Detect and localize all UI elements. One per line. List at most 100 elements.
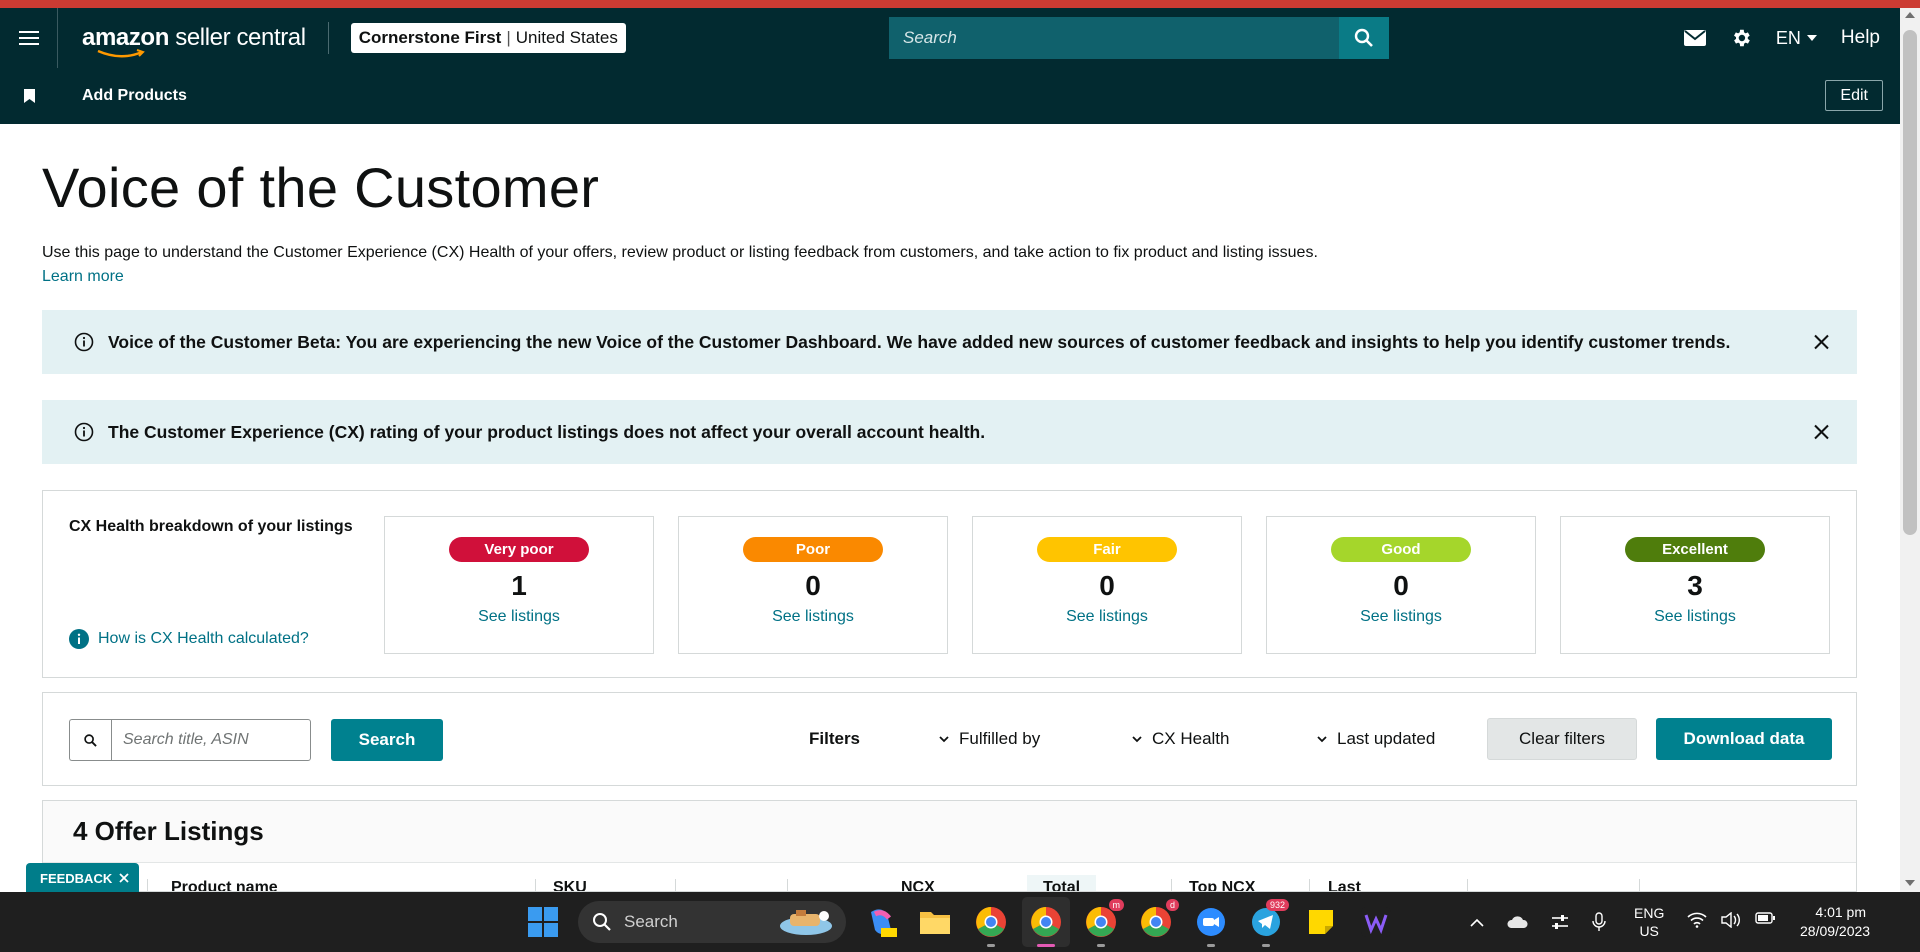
search-highlight-icon: [780, 910, 832, 935]
profile-badge-m: m: [1108, 899, 1124, 911]
page-scrollbar[interactable]: [1900, 8, 1920, 892]
cx-health-dropdown[interactable]: CX Health: [1132, 729, 1229, 749]
chrome-icon: [976, 907, 1006, 937]
taskbar-telegram[interactable]: 932: [1249, 899, 1289, 947]
taskbar-sticky-notes[interactable]: [1304, 905, 1338, 939]
column-top-ncx[interactable]: Top NCX: [1189, 879, 1255, 891]
column-divider: [147, 879, 148, 891]
language-selector[interactable]: EN: [1776, 28, 1817, 49]
listing-search-input[interactable]: Search title, ASIN: [111, 719, 311, 761]
logo-bold-text: amazon: [82, 24, 169, 51]
store-region: United States: [515, 28, 618, 47]
cx-count-poor: 0: [805, 570, 821, 601]
start-button[interactable]: [528, 907, 558, 942]
chevron-down-icon: [1132, 735, 1142, 742]
cx-card-very-poor: Very poor 1 See listings: [384, 516, 654, 654]
cx-pill-good: Good: [1331, 537, 1471, 562]
settings-button[interactable]: [1730, 27, 1752, 49]
help-link[interactable]: Help: [1841, 27, 1880, 49]
cx-health-help-text: How is CX Health calculated?: [98, 630, 309, 647]
see-listings-excellent[interactable]: See listings: [1654, 608, 1736, 626]
download-data-button[interactable]: Download data: [1656, 718, 1832, 760]
column-divider: [1467, 879, 1468, 891]
listing-search-button[interactable]: Search: [331, 719, 443, 761]
cx-rating-alert: The Customer Experience (CX) rating of y…: [42, 400, 1857, 464]
chrome-icon: [1086, 907, 1116, 937]
close-icon[interactable]: [119, 873, 129, 883]
column-product-name[interactable]: Product name: [171, 879, 278, 891]
scroll-up-icon[interactable]: [1905, 12, 1915, 18]
clear-filters-button[interactable]: Clear filters: [1487, 718, 1637, 760]
quick-settings[interactable]: [1687, 912, 1775, 928]
cx-pill-very-poor: Very poor: [449, 537, 589, 562]
cx-pill-fair: Fair: [1037, 537, 1177, 562]
running-indicator: [1262, 944, 1270, 947]
taskbar-chrome-3[interactable]: m: [1084, 899, 1124, 947]
taskbar-chrome-4[interactable]: d: [1139, 899, 1179, 939]
chevron-up-icon[interactable]: [1470, 918, 1484, 927]
column-divider: [1171, 879, 1172, 891]
cloud-icon[interactable]: [1506, 915, 1528, 929]
add-products-link[interactable]: Add Products: [82, 87, 187, 105]
bookmark-button[interactable]: [0, 89, 58, 103]
taskbar-copilot[interactable]: [864, 905, 898, 939]
cx-card-poor: Poor 0 See listings: [678, 516, 948, 654]
search-icon: [593, 913, 611, 931]
feedback-tab[interactable]: FEEDBACK: [26, 863, 140, 893]
taskbar-chrome-2[interactable]: [1029, 905, 1063, 947]
global-search-input[interactable]: Search: [889, 17, 1339, 59]
learn-more-link[interactable]: Learn more: [42, 265, 1318, 289]
feedback-label: FEEDBACK: [40, 870, 113, 886]
page-intro: Use this page to understand the Customer…: [42, 241, 1318, 289]
column-last[interactable]: Last: [1328, 879, 1361, 891]
column-divider: [787, 879, 788, 891]
last-updated-label: Last updated: [1337, 729, 1436, 748]
active-indicator: [1037, 944, 1055, 947]
language-label: EN: [1775, 27, 1801, 48]
last-updated-dropdown[interactable]: Last updated: [1317, 729, 1435, 749]
column-ncx[interactable]: NCX: [901, 879, 935, 891]
see-listings-good[interactable]: See listings: [1360, 608, 1442, 626]
store-selector[interactable]: Cornerstone First | United States: [350, 23, 626, 53]
scroll-down-icon[interactable]: [1905, 880, 1915, 886]
telegram-badge: 932: [1265, 899, 1289, 911]
scrollbar-thumb[interactable]: [1903, 30, 1917, 535]
cx-card-fair: Fair 0 See listings: [972, 516, 1242, 654]
cx-health-help-link[interactable]: How is CX Health calculated?: [69, 629, 309, 649]
see-listings-poor[interactable]: See listings: [772, 608, 854, 626]
wifi-icon: [1687, 912, 1707, 928]
fulfilled-by-dropdown[interactable]: Fulfilled by: [939, 729, 1040, 749]
battery-icon: [1755, 912, 1775, 924]
taskbar-clock[interactable]: 4:01 pm 28/09/2023: [1800, 903, 1870, 941]
taskbar-chrome-1[interactable]: [974, 905, 1008, 947]
sticky-notes-icon: [1309, 910, 1333, 934]
cx-card-good: Good 0 See listings: [1266, 516, 1536, 654]
input-language[interactable]: ENG US: [1634, 904, 1664, 940]
microphone-icon[interactable]: [1592, 912, 1606, 932]
seller-central-logo[interactable]: amazon seller central: [82, 8, 306, 68]
beta-alert-message: Voice of the Customer Beta: You are expe…: [108, 331, 1731, 352]
messages-button[interactable]: [1683, 30, 1706, 46]
chevron-down-icon: [1317, 735, 1327, 742]
taskbar-file-explorer[interactable]: [918, 905, 952, 939]
windows-logo-icon: [528, 907, 558, 937]
close-icon[interactable]: [1814, 334, 1829, 350]
see-listings-very-poor[interactable]: See listings: [478, 608, 560, 626]
sliders-icon[interactable]: [1550, 913, 1570, 931]
column-total[interactable]: Total: [1027, 875, 1097, 891]
global-search-button[interactable]: [1339, 17, 1389, 59]
see-listings-fair[interactable]: See listings: [1066, 608, 1148, 626]
taskbar-zoom[interactable]: [1194, 905, 1228, 947]
store-name: Cornerstone First: [358, 28, 502, 47]
top-header: amazon seller central Cornerstone First …: [0, 8, 1900, 68]
profile-badge-d: d: [1165, 899, 1179, 911]
taskbar-app-w[interactable]: [1359, 905, 1393, 939]
cx-count-good: 0: [1393, 570, 1409, 601]
hamburger-menu-button[interactable]: [0, 8, 58, 68]
cx-health-title: CX Health breakdown of your listings: [69, 518, 353, 535]
taskbar-search[interactable]: Search: [578, 901, 846, 943]
column-sku[interactable]: SKU: [553, 879, 587, 891]
cx-health-label: CX Health: [1152, 729, 1230, 748]
close-icon[interactable]: [1814, 424, 1829, 440]
edit-bookmarks-button[interactable]: Edit: [1825, 80, 1883, 111]
